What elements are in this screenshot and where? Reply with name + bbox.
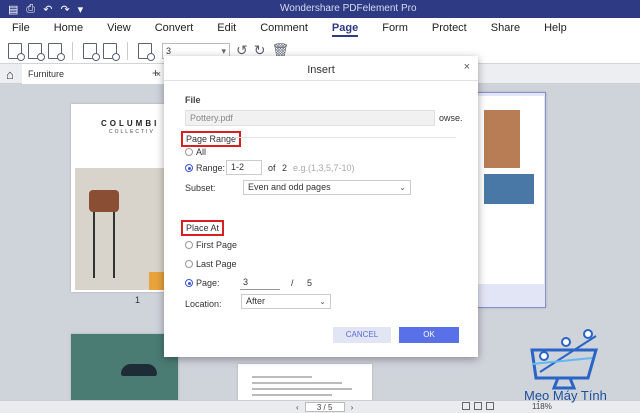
source-page-count: 2: [282, 163, 288, 173]
subset-label: Subset:: [185, 183, 216, 193]
location-label: Location:: [185, 299, 222, 309]
menu-view[interactable]: View: [95, 18, 143, 38]
two-page-view-icon[interactable]: [474, 402, 482, 410]
chevron-down-icon: ⌄: [319, 297, 326, 306]
fit-page-icon[interactable]: [486, 402, 494, 410]
page-indicator[interactable]: 3 / 5: [304, 402, 345, 412]
dialog-title: Insert: [307, 64, 335, 76]
toolbar-divider: [127, 41, 128, 60]
radio-range[interactable]: [185, 164, 193, 172]
page-thumbnail-text[interactable]: [238, 364, 372, 400]
page-thumbnail-selected[interactable]: [474, 92, 546, 308]
file-path-field[interactable]: Pottery.pdf: [185, 110, 435, 126]
previous-page-icon[interactable]: ‹: [296, 403, 299, 412]
range-hint: e.g.(1,3,5,7-10): [293, 163, 355, 173]
app-logo-icon: ▤: [8, 3, 19, 16]
menu-page[interactable]: Page: [320, 18, 370, 38]
crop-page-icon[interactable]: [138, 42, 155, 61]
title-bar: ▤ ⎙ ↶ ↷ ▾ Wondershare PDFelement Pro: [0, 0, 640, 18]
page-thumbnail-lamp[interactable]: [71, 334, 178, 400]
ok-button[interactable]: OK: [399, 327, 459, 343]
print-icon[interactable]: ⎙: [26, 3, 35, 16]
page-separator: /: [291, 278, 294, 288]
single-page-view-icon[interactable]: [462, 402, 470, 410]
new-tab-button[interactable]: +: [152, 66, 159, 80]
menu-comment[interactable]: Comment: [248, 18, 320, 38]
radio-last-page[interactable]: [185, 260, 193, 268]
customize-dropdown-icon[interactable]: ▾: [78, 3, 84, 16]
page-navigator: ‹ 3 / 5 ›: [296, 402, 353, 412]
menu-protect[interactable]: Protect: [420, 18, 479, 38]
thumbnail-brand-subtitle: COLLECTIV: [109, 129, 155, 135]
workshop-photo: [484, 110, 520, 168]
redo-icon[interactable]: ↷: [60, 3, 69, 16]
chevron-down-icon: ⌄: [399, 183, 406, 192]
watermark-name: Mẹo Máy Tính: [524, 388, 607, 403]
insert-page-icon[interactable]: [8, 42, 25, 61]
people-photo: [484, 174, 534, 204]
subset-select[interactable]: Even and odd pages ⌄: [243, 180, 411, 195]
menu-edit[interactable]: Edit: [205, 18, 248, 38]
app-title: Wondershare PDFelement Pro: [280, 3, 417, 14]
menu-home[interactable]: Home: [42, 18, 95, 38]
menu-bar: File Home View Convert Edit Comment Page…: [0, 18, 640, 38]
menu-help[interactable]: Help: [532, 18, 579, 38]
last-page-label: Last Page: [196, 259, 237, 269]
extract-page-icon[interactable]: [28, 42, 45, 61]
menu-file[interactable]: File: [0, 18, 42, 38]
next-page-icon[interactable]: ›: [351, 403, 354, 412]
watermark-logo: Mẹo Máy Tính: [510, 328, 636, 412]
subset-value: Even and odd pages: [248, 182, 331, 192]
range-label: Range:: [196, 163, 226, 173]
of-label: of: [268, 163, 276, 173]
browse-button[interactable]: owse.: [439, 113, 463, 123]
page-label: Page:: [196, 278, 220, 288]
radio-all[interactable]: [185, 148, 193, 156]
lamp-photo: [121, 364, 157, 376]
tab-label: Furniture: [28, 69, 65, 79]
dialog-divider: [164, 80, 478, 81]
replace-page-icon[interactable]: [103, 42, 120, 61]
page-total: 5: [307, 278, 313, 288]
quick-access-toolbar: ▤ ⎙ ↶ ↷ ▾: [0, 3, 83, 16]
toolbar-divider: [72, 41, 73, 60]
menu-form[interactable]: Form: [370, 18, 420, 38]
page-range-heading: Page Range: [181, 131, 242, 147]
menu-share[interactable]: Share: [479, 18, 532, 38]
section-divider: [234, 137, 456, 138]
location-select[interactable]: After ⌄: [241, 294, 331, 309]
range-input[interactable]: 1-2: [226, 160, 262, 175]
page-number-field[interactable]: 3: [240, 276, 280, 290]
first-page-label: First Page: [196, 240, 238, 250]
insert-dialog: Insert × File Pottery.pdf owse. Page Ran…: [164, 56, 478, 357]
add-page-icon[interactable]: [48, 42, 65, 61]
cancel-button[interactable]: CANCEL: [333, 327, 391, 343]
radio-first-page[interactable]: [185, 241, 193, 249]
tab-furniture[interactable]: Furniture ×: [22, 64, 168, 84]
thumbnail-brand-title: COLUMBI: [101, 119, 160, 128]
location-value: After: [246, 296, 266, 306]
view-mode-switch: [462, 402, 494, 410]
monitor-logo-icon: [530, 329, 598, 390]
close-icon[interactable]: ×: [464, 61, 470, 73]
home-icon[interactable]: ⌂: [6, 67, 14, 82]
all-label: All: [196, 147, 207, 157]
menu-convert[interactable]: Convert: [143, 18, 206, 38]
orange-accent-block: [149, 272, 164, 290]
split-page-icon[interactable]: [83, 42, 100, 61]
undo-icon[interactable]: ↶: [43, 3, 52, 16]
radio-page[interactable]: [185, 279, 193, 287]
page-number-label: 1: [135, 295, 141, 305]
file-label: File: [185, 95, 201, 105]
place-at-heading: Place At: [181, 220, 225, 236]
